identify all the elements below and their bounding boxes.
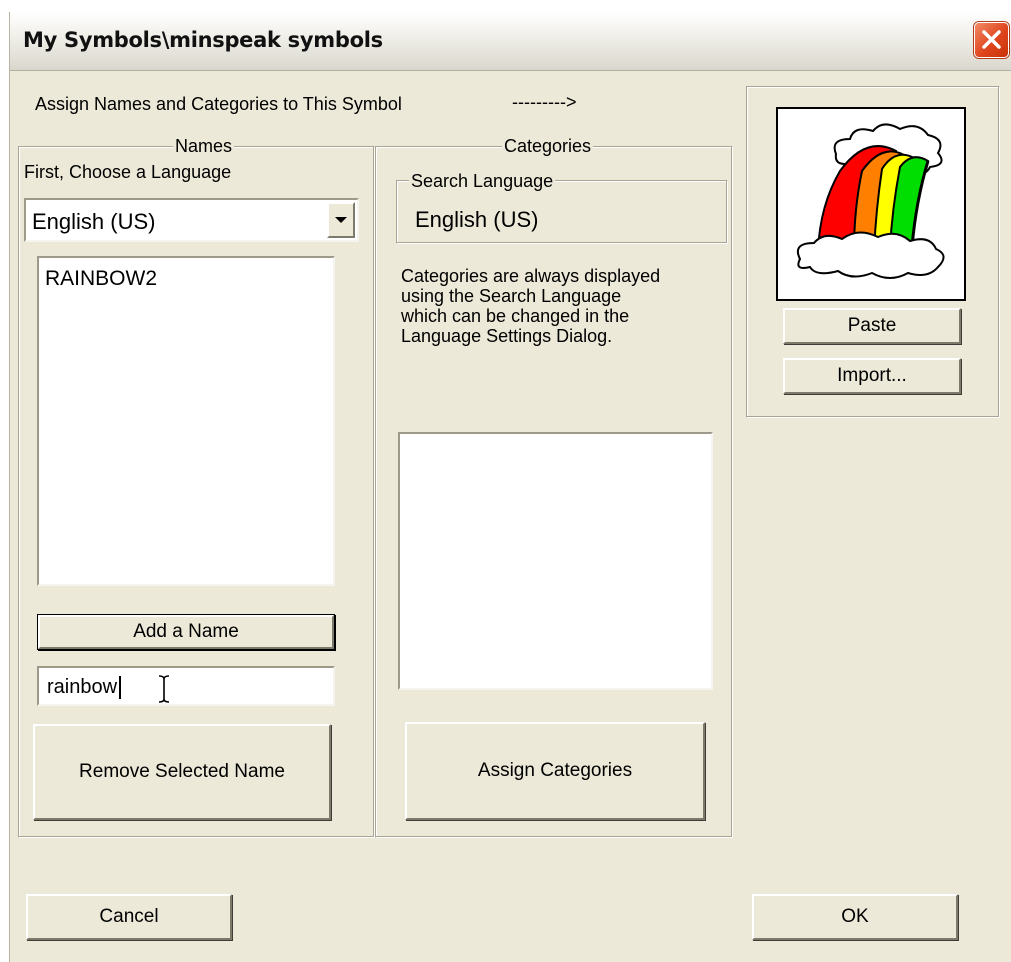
paste-button[interactable]: Paste (783, 308, 961, 344)
search-language-value: English (US) (415, 207, 539, 232)
cancel-button[interactable]: Cancel (26, 894, 232, 940)
names-list[interactable]: RAINBOW2 (37, 256, 335, 586)
names-list-item[interactable]: RAINBOW2 (45, 267, 157, 291)
import-button[interactable]: Import... (783, 358, 961, 394)
categories-note: Categories are always displayed using th… (401, 266, 660, 346)
instruction-arrow: ---------> (512, 92, 577, 112)
close-icon (982, 30, 1001, 49)
symbol-image (776, 107, 966, 301)
remove-name-button[interactable]: Remove Selected Name (33, 724, 331, 820)
categories-note-line: Language Settings Dialog. (401, 326, 613, 346)
language-dropdown-value: English (US) (32, 209, 156, 234)
assign-categories-button[interactable]: Assign Categories (405, 722, 705, 820)
categories-legend: Categories (502, 136, 594, 157)
search-language-legend: Search Language (409, 171, 556, 192)
dialog-title: My Symbols\minspeak symbols (23, 28, 383, 52)
categories-note-line: using the Search Language (401, 286, 622, 306)
language-prompt: First, Choose a Language (24, 162, 232, 182)
text-cursor-icon (158, 675, 170, 703)
names-legend: Names (173, 136, 235, 157)
add-name-button[interactable]: Add a Name (38, 615, 334, 649)
instruction-text: Assign Names and Categories to This Symb… (35, 94, 402, 114)
rainbow-icon (796, 123, 945, 279)
language-dropdown[interactable]: English (US) (24, 198, 359, 242)
categories-note-line: Categories are always displayed (401, 266, 661, 286)
symbol-dialog: My Symbols\minspeak symbols Assign Names… (9, 12, 1011, 962)
title-bar[interactable]: My Symbols\minspeak symbols (10, 12, 1011, 71)
close-button[interactable] (974, 22, 1009, 58)
name-input[interactable]: rainbow (37, 666, 335, 706)
name-input-value: rainbow (47, 676, 122, 699)
categories-note-line: which can be changed in the (401, 306, 630, 326)
categories-list[interactable] (398, 432, 713, 690)
chevron-down-icon[interactable] (327, 202, 355, 238)
ok-button[interactable]: OK (752, 894, 958, 940)
